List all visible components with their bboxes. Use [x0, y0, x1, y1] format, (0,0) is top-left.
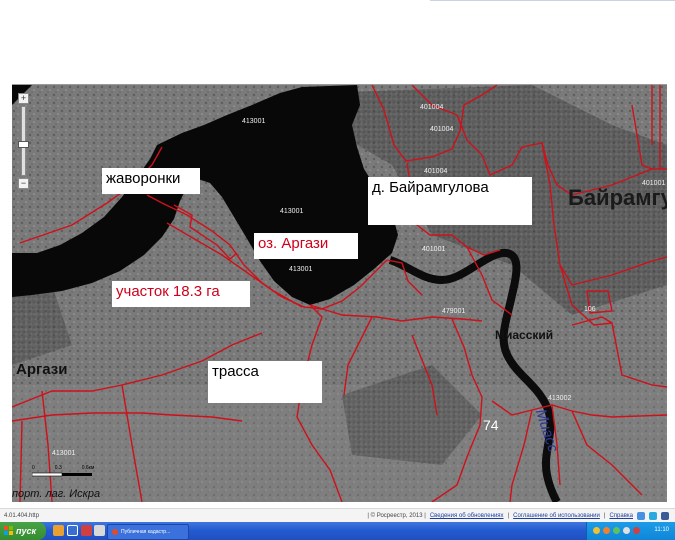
- twitter-icon[interactable]: [649, 512, 657, 520]
- taskbar-window-button[interactable]: Публичная кадастр...: [107, 524, 189, 540]
- label-zhavoronki: жаворонки: [102, 168, 200, 194]
- cadastral-map[interactable]: 413001 413001 413001 401004 401004 40100…: [12, 84, 667, 502]
- windows-taskbar: пуск Публичная кадастр... RU 11:10: [0, 522, 675, 540]
- parcel-id: 413001: [289, 266, 312, 273]
- zoom-control[interactable]: + −: [18, 93, 29, 189]
- parcel-id: 413002: [548, 395, 571, 402]
- parcel-id: 413001: [280, 208, 303, 215]
- parcel-id: 401001: [422, 246, 445, 253]
- label-plot-area: участок 18.3 га: [112, 281, 250, 307]
- tray-volume-icon[interactable]: [623, 527, 630, 534]
- start-button[interactable]: пуск: [0, 522, 46, 540]
- tray-security-icon[interactable]: [613, 527, 620, 534]
- satellite-map-canvas: 413001 413001 413001 401004 401004 40100…: [12, 85, 667, 502]
- top-divider: [430, 0, 675, 1]
- scale-label-2: 0.6км: [81, 465, 95, 471]
- tray-antivirus-icon[interactable]: [633, 527, 640, 534]
- parcel-id: 413001: [52, 450, 75, 457]
- zoom-out-button[interactable]: −: [18, 178, 29, 189]
- label-bayramgulova-village: д. Байрамгулова: [368, 177, 532, 225]
- scale-label-0: 0: [32, 465, 35, 471]
- system-tray: 11:10: [586, 522, 675, 540]
- tray-update-icon[interactable]: [603, 527, 610, 534]
- quicklaunch-folder-icon[interactable]: [53, 525, 64, 536]
- quicklaunch-word-icon[interactable]: [67, 525, 78, 536]
- start-label: пуск: [16, 526, 37, 536]
- label-lake-argazi: оз. Аргази: [254, 233, 358, 259]
- copyright-text: | © Росреестр, 2013 |: [367, 513, 426, 519]
- taskbar-window-title: Публичная кадастр...: [121, 529, 171, 535]
- status-bar: 4.01.404.http | © Росреестр, 2013 | Свед…: [0, 508, 675, 523]
- vk-icon[interactable]: [661, 512, 669, 520]
- parcel-id: 401004: [420, 104, 443, 111]
- label-trassa: трасса: [208, 361, 322, 403]
- parcel-id: 413001: [242, 118, 265, 125]
- zoom-slider-thumb[interactable]: [18, 141, 29, 148]
- label-bayramgulova-big: Байрамгул: [568, 185, 667, 210]
- label-miasskiy: Миасский: [495, 328, 554, 342]
- info-icon[interactable]: [637, 512, 645, 520]
- link-help[interactable]: Справка: [609, 513, 633, 519]
- label-number-74: 74: [483, 417, 499, 433]
- link-updates[interactable]: Сведения об обновлениях: [430, 513, 504, 519]
- parcel-id: 106: [584, 306, 596, 313]
- windows-logo-icon: [4, 526, 13, 535]
- status-url: 4.01.404.http: [4, 513, 40, 519]
- parcel-id: 401004: [424, 168, 447, 175]
- link-agreement[interactable]: Соглашение об использовании: [513, 513, 600, 519]
- browser-icon: [112, 528, 118, 535]
- zoom-slider-track[interactable]: [18, 106, 29, 176]
- parcel-id: 401004: [430, 126, 453, 133]
- label-bottom-settlement: порт. лаг. Искра: [12, 488, 101, 500]
- clock: 11:10: [654, 527, 669, 533]
- quicklaunch-app-icon[interactable]: [94, 525, 105, 536]
- quicklaunch-opera-icon[interactable]: [81, 525, 92, 536]
- label-argazi-west: Аргази: [16, 361, 68, 378]
- zoom-in-button[interactable]: +: [18, 93, 29, 104]
- parcel-id: 479001: [442, 308, 465, 315]
- scale-label-1: 0.3: [54, 465, 62, 471]
- tray-network-icon[interactable]: [593, 527, 600, 534]
